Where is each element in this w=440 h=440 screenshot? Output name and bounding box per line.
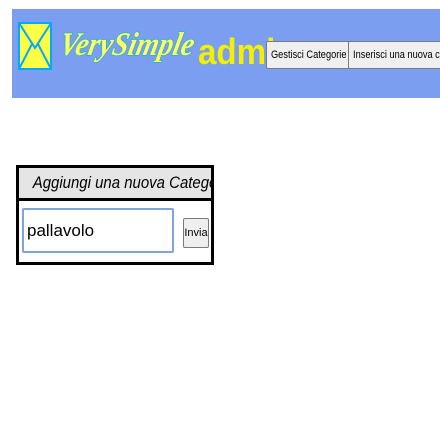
envelope-icon (18, 22, 52, 70)
header-bar: VerySimple admin Gestisci Categorie Inse… (12, 9, 440, 98)
site-logo: VerySimple (56, 26, 196, 64)
manage-categories-button[interactable]: Gestisci Categorie (266, 41, 350, 69)
submit-button[interactable]: Invia (183, 218, 209, 248)
panel-title: Aggiungi una nuova Categoria (19, 168, 211, 201)
category-name-input[interactable] (22, 208, 174, 253)
insert-category-button[interactable]: Inserisci una nuova categoria (348, 41, 440, 69)
add-category-panel: Aggiungi una nuova Categoria Invia (16, 165, 214, 265)
svg-text:VerySimple: VerySimple (56, 26, 196, 63)
